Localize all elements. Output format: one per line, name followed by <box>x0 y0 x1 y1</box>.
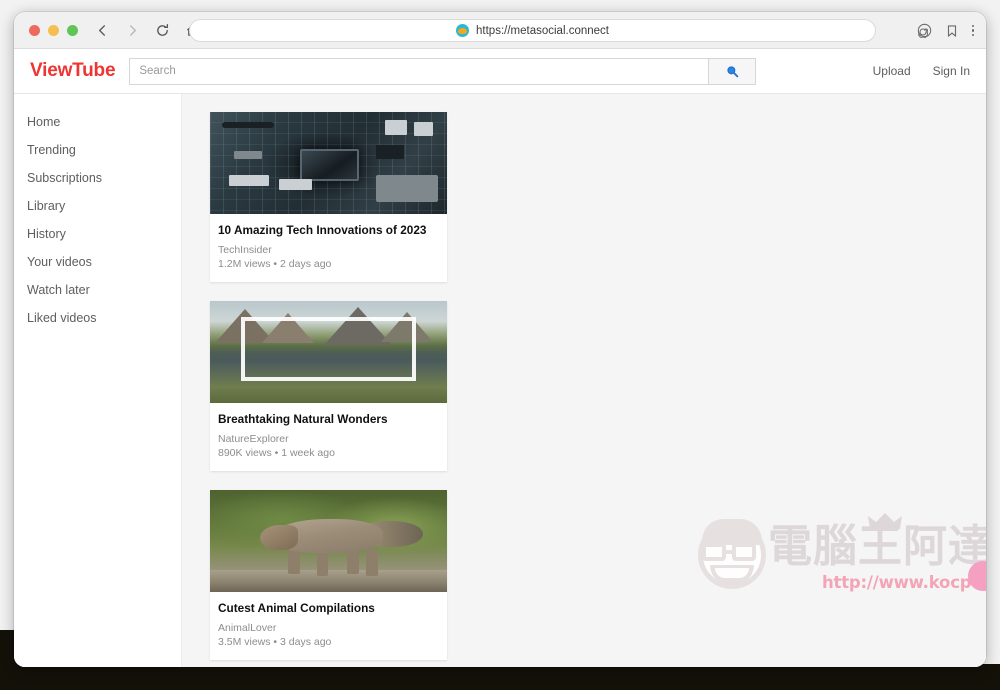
spiral-icon[interactable] <box>917 23 932 38</box>
fox-head-shape <box>259 524 298 551</box>
video-stats: 890K views • 1 week ago <box>218 446 335 459</box>
kebab-menu-icon[interactable] <box>971 24 974 37</box>
component-shape <box>413 122 433 137</box>
mountain-lake-landscape-image <box>210 301 447 404</box>
video-thumbnail[interactable] <box>210 112 447 214</box>
video-title[interactable]: Breathtaking Natural Wonders <box>218 412 438 427</box>
component-shape <box>228 175 270 187</box>
video-card[interactable]: Breathtaking Natural Wonders NatureExplo… <box>210 301 447 472</box>
maximize-window-button[interactable] <box>67 24 78 36</box>
sidebar-item-watch-later[interactable]: Watch later <box>14 276 181 304</box>
video-thumbnail[interactable] <box>210 490 447 593</box>
sidebar-item-library[interactable]: Library <box>14 192 181 220</box>
back-icon[interactable] <box>94 22 110 38</box>
bookmark-icon[interactable] <box>945 24 959 38</box>
minimize-window-button[interactable] <box>48 24 59 36</box>
video-card[interactable]: Cutest Animal Compilations AnimalLover 3… <box>210 490 447 661</box>
header-actions: Upload Sign In <box>873 64 970 78</box>
white-frame-overlay <box>240 317 417 381</box>
component-shape <box>278 179 312 190</box>
trace-shape <box>221 122 274 129</box>
page-scrollbar[interactable] <box>980 49 986 667</box>
fox-leg-shape <box>366 549 379 576</box>
sidebar-item-subscriptions[interactable]: Subscriptions <box>14 164 181 192</box>
video-title[interactable]: Cutest Animal Compilations <box>218 601 438 616</box>
video-channel[interactable]: AnimalLover <box>218 621 438 635</box>
browser-toolbar: https://metasocial.connect <box>14 12 986 49</box>
video-thumbnail[interactable] <box>210 301 447 404</box>
video-feed: 10 Amazing Tech Innovations of 2023 Tech… <box>182 94 986 667</box>
circuit-board-cpu-image <box>210 112 447 214</box>
viewtube-logo[interactable]: ViewTube <box>30 60 116 82</box>
forward-icon[interactable] <box>124 22 140 38</box>
address-bar[interactable]: https://metasocial.connect <box>189 19 876 42</box>
video-info: Breathtaking Natural Wonders NatureExplo… <box>210 403 447 471</box>
sidebar-item-your-videos[interactable]: Your videos <box>14 248 181 276</box>
sign-in-link[interactable]: Sign In <box>933 64 970 78</box>
page-viewport: ViewTube Upload Sign In Home Trend <box>14 49 986 667</box>
component-shape <box>233 150 263 159</box>
component-shape <box>385 120 407 136</box>
video-card[interactable]: 10 Amazing Tech Innovations of 2023 Tech… <box>210 112 447 283</box>
log-shape <box>210 569 447 593</box>
browser-window: https://metasocial.connect ViewTube Sear… <box>14 12 986 667</box>
browser-chrome-right <box>917 12 974 49</box>
search-form <box>129 57 757 85</box>
video-stats: 3.5M views • 3 days ago <box>218 636 332 649</box>
close-window-button[interactable] <box>29 24 40 36</box>
url-text: https://metasocial.connect <box>476 24 609 37</box>
site-header: ViewTube Upload Sign In <box>14 49 986 94</box>
sidebar: Home Trending Subscriptions Library Hist… <box>14 94 182 667</box>
fox-walking-on-log-image <box>210 490 447 593</box>
video-title[interactable]: 10 Amazing Tech Innovations of 2023 <box>218 223 438 238</box>
upload-link[interactable]: Upload <box>873 64 911 78</box>
sidebar-item-trending[interactable]: Trending <box>14 136 181 164</box>
sidebar-item-home[interactable]: Home <box>14 108 181 136</box>
metasocial-favicon <box>456 24 470 37</box>
video-info: Cutest Animal Compilations AnimalLover 3… <box>210 592 447 660</box>
fox-leg-shape <box>316 549 329 576</box>
traffic-lights <box>29 24 78 36</box>
navigation-buttons <box>94 22 200 38</box>
video-info: 10 Amazing Tech Innovations of 2023 Tech… <box>210 214 447 282</box>
desktop-bottom-bar <box>0 664 1000 690</box>
address-bar-container: https://metasocial.connect <box>189 19 876 42</box>
search-button[interactable] <box>709 57 757 85</box>
sidebar-item-history[interactable]: History <box>14 220 181 248</box>
cpu-chip-shape <box>300 148 360 182</box>
video-channel[interactable]: NatureExplorer <box>218 432 438 446</box>
video-stats: 1.2M views • 2 days ago <box>218 257 332 270</box>
video-channel[interactable]: TechInsider <box>218 243 438 257</box>
reload-icon[interactable] <box>154 22 170 38</box>
component-shape <box>375 144 405 159</box>
search-input[interactable] <box>129 57 710 85</box>
page-body: Home Trending Subscriptions Library Hist… <box>14 94 986 667</box>
heatsink-shape <box>375 175 438 202</box>
sidebar-item-liked-videos[interactable]: Liked videos <box>14 304 181 332</box>
